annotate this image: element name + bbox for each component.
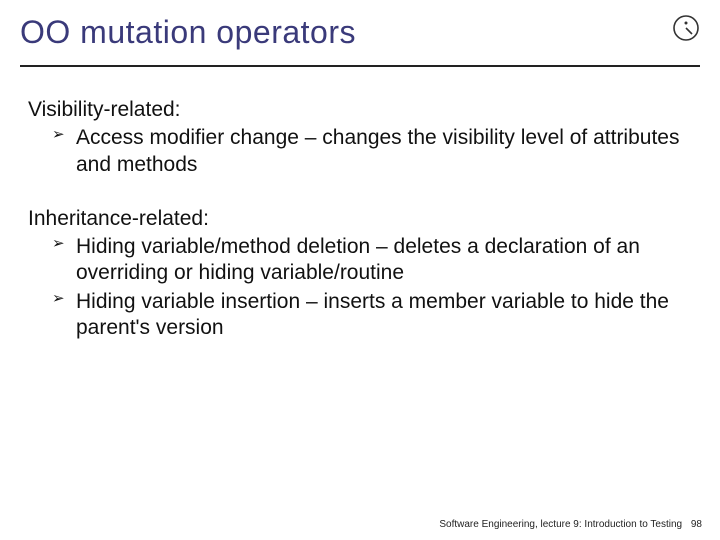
list-item: ➢ Hiding variable/method deletion – dele… (52, 234, 692, 287)
slide: OO mutation operators Visibility-related… (0, 0, 720, 540)
section-heading: Visibility-related: (28, 97, 692, 123)
page-number: 98 (691, 519, 702, 530)
bullet-list: ➢ Access modifier change – changes the v… (52, 125, 692, 178)
bullet-icon: ➢ (52, 126, 65, 145)
list-item-text: Hiding variable/method deletion – delete… (76, 235, 640, 284)
section-inheritance: Inheritance-related: ➢ Hiding variable/m… (28, 206, 692, 341)
slide-header: OO mutation operators (0, 0, 720, 59)
bullet-icon: ➢ (52, 235, 65, 254)
list-item: ➢ Hiding variable insertion – inserts a … (52, 289, 692, 342)
list-item-text: Hiding variable insertion – inserts a me… (76, 290, 669, 339)
bullet-list: ➢ Hiding variable/method deletion – dele… (52, 234, 692, 341)
slide-body: Visibility-related: ➢ Access modifier ch… (0, 67, 720, 341)
logo-icon (672, 14, 700, 42)
section-visibility: Visibility-related: ➢ Access modifier ch… (28, 97, 692, 178)
section-heading: Inheritance-related: (28, 206, 692, 232)
bullet-icon: ➢ (52, 290, 65, 309)
footer-text: Software Engineering, lecture 9: Introdu… (439, 519, 682, 530)
list-item: ➢ Access modifier change – changes the v… (52, 125, 692, 178)
list-item-text: Access modifier change – changes the vis… (76, 126, 679, 175)
slide-footer: Software Engineering, lecture 9: Introdu… (439, 519, 702, 530)
slide-title: OO mutation operators (20, 14, 700, 51)
